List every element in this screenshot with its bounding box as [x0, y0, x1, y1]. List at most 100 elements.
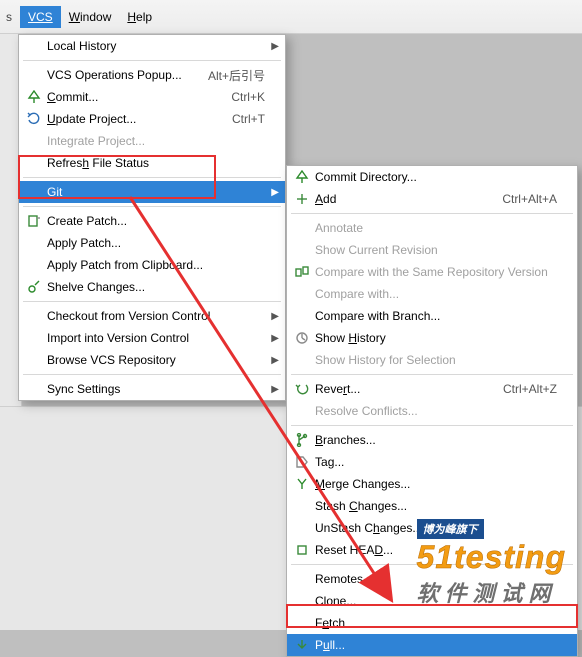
blank-icon — [293, 615, 311, 631]
mi-resolve-conflicts: Resolve Conflicts... — [287, 400, 577, 422]
mi-commit[interactable]: Commit... Ctrl+K — [19, 86, 285, 108]
label: Resolve Conflicts... — [315, 404, 557, 418]
mi-integrate-project: Integrate Project... — [19, 130, 285, 152]
label: Clone... — [315, 594, 557, 608]
mi-update-project[interactable]: Update Project... Ctrl+T — [19, 108, 285, 130]
git-submenu: Commit Directory... Add Ctrl+Alt+A Annot… — [286, 165, 578, 657]
mi-apply-patch[interactable]: Apply Patch... — [19, 232, 285, 254]
menu-help[interactable]: Help — [119, 6, 160, 28]
label: Pull... — [315, 638, 557, 652]
label: Reset HEAD... — [315, 543, 557, 557]
mi-commit-directory[interactable]: Commit Directory... — [287, 166, 577, 188]
compare-icon — [293, 264, 311, 280]
commit-icon — [25, 89, 43, 105]
mi-add[interactable]: Add Ctrl+Alt+A — [287, 188, 577, 210]
blank-icon — [293, 403, 311, 419]
label: Commit... — [47, 90, 207, 104]
blank-icon — [25, 352, 43, 368]
mi-reset-head[interactable]: Reset HEAD... — [287, 539, 577, 561]
label: Revert... — [315, 382, 479, 396]
mi-show-history[interactable]: Show History — [287, 327, 577, 349]
label: Checkout from Version Control — [47, 309, 265, 323]
mi-compare-same-repo: Compare with the Same Repository Version — [287, 261, 577, 283]
mi-annotate: Annotate — [287, 217, 577, 239]
mi-branches[interactable]: Branches... — [287, 429, 577, 451]
submenu-arrow-icon: ▶ — [271, 355, 279, 366]
label: Compare with... — [315, 287, 557, 301]
mi-remotes[interactable]: Remotes... — [287, 568, 577, 590]
blank-icon — [293, 498, 311, 514]
shortcut: Alt+后引号 — [208, 67, 265, 84]
mi-refresh-file-status[interactable]: Refresh File Status — [19, 152, 285, 174]
update-icon — [25, 111, 43, 127]
label: Compare with Branch... — [315, 309, 557, 323]
submenu-arrow-icon: ▶ — [271, 384, 279, 395]
label: Shelve Changes... — [47, 280, 265, 294]
label: Create Patch... — [47, 214, 265, 228]
reset-icon — [293, 542, 311, 558]
pull-icon — [293, 637, 311, 653]
label: Update Project... — [47, 112, 208, 126]
blank-icon — [25, 155, 43, 171]
label: Local History — [47, 39, 265, 53]
mi-apply-patch-clipboard[interactable]: Apply Patch from Clipboard... — [19, 254, 285, 276]
shortcut: Ctrl+K — [231, 90, 265, 104]
blank-icon — [293, 520, 311, 536]
branches-icon — [293, 432, 311, 448]
merge-icon — [293, 476, 311, 492]
shelve-icon — [25, 279, 43, 295]
mi-pull[interactable]: Pull... — [287, 634, 577, 656]
submenu-arrow-icon: ▶ — [271, 41, 279, 52]
label: Branches... — [315, 433, 557, 447]
mi-show-history-selection: Show History for Selection — [287, 349, 577, 371]
label: Browse VCS Repository — [47, 353, 265, 367]
label: Merge Changes... — [315, 477, 557, 491]
label: Stash Changes... — [315, 499, 557, 513]
label: Fetch — [315, 616, 557, 630]
shortcut: Ctrl+Alt+A — [502, 192, 557, 206]
blank-icon — [25, 308, 43, 324]
mi-sync-settings[interactable]: Sync Settings ▶ — [19, 378, 285, 400]
label: Show History — [315, 331, 557, 345]
label: Compare with the Same Repository Version — [315, 265, 557, 279]
label: Integrate Project... — [47, 134, 265, 148]
mi-vcs-operations-popup[interactable]: VCS Operations Popup... Alt+后引号 — [19, 64, 285, 86]
mi-checkout-vc[interactable]: Checkout from Version Control ▶ — [19, 305, 285, 327]
label: Apply Patch from Clipboard... — [47, 258, 265, 272]
blank-icon — [293, 242, 311, 258]
label: Remotes... — [315, 572, 557, 586]
mi-shelve-changes[interactable]: Shelve Changes... — [19, 276, 285, 298]
label: UnStash Changes... — [315, 521, 557, 535]
shortcut: Ctrl+T — [232, 112, 265, 126]
mi-create-patch[interactable]: Create Patch... — [19, 210, 285, 232]
mi-tag[interactable]: Tag... — [287, 451, 577, 473]
mi-compare-branch[interactable]: Compare with Branch... — [287, 305, 577, 327]
label: Commit Directory... — [315, 170, 557, 184]
mi-merge-changes[interactable]: Merge Changes... — [287, 473, 577, 495]
mi-fetch[interactable]: Fetch — [287, 612, 577, 634]
mi-git[interactable]: Git ▶ — [19, 181, 285, 203]
label: VCS Operations Popup... — [47, 68, 184, 82]
blank-icon — [25, 381, 43, 397]
mi-compare-with: Compare with... — [287, 283, 577, 305]
label: Annotate — [315, 221, 557, 235]
menu-truncated[interactable]: s — [6, 6, 16, 28]
patch-icon — [25, 213, 43, 229]
shortcut: Ctrl+Alt+Z — [503, 382, 557, 396]
mi-local-history[interactable]: Local History ▶ — [19, 35, 285, 57]
add-icon — [293, 191, 311, 207]
vcs-dropdown: Local History ▶ VCS Operations Popup... … — [18, 34, 286, 401]
tag-icon — [293, 454, 311, 470]
label: Import into Version Control — [47, 331, 265, 345]
menu-vcs[interactable]: VCS — [20, 6, 61, 28]
submenu-arrow-icon: ▶ — [271, 187, 279, 198]
mi-revert[interactable]: Revert... Ctrl+Alt+Z — [287, 378, 577, 400]
mi-clone[interactable]: Clone... — [287, 590, 577, 612]
mi-import-vc[interactable]: Import into Version Control ▶ — [19, 327, 285, 349]
mi-stash-changes[interactable]: Stash Changes... — [287, 495, 577, 517]
history-icon — [293, 330, 311, 346]
mi-unstash-changes[interactable]: UnStash Changes... — [287, 517, 577, 539]
label: Sync Settings — [47, 382, 265, 396]
menu-window[interactable]: Window — [61, 6, 120, 28]
mi-browse-repo[interactable]: Browse VCS Repository ▶ — [19, 349, 285, 371]
